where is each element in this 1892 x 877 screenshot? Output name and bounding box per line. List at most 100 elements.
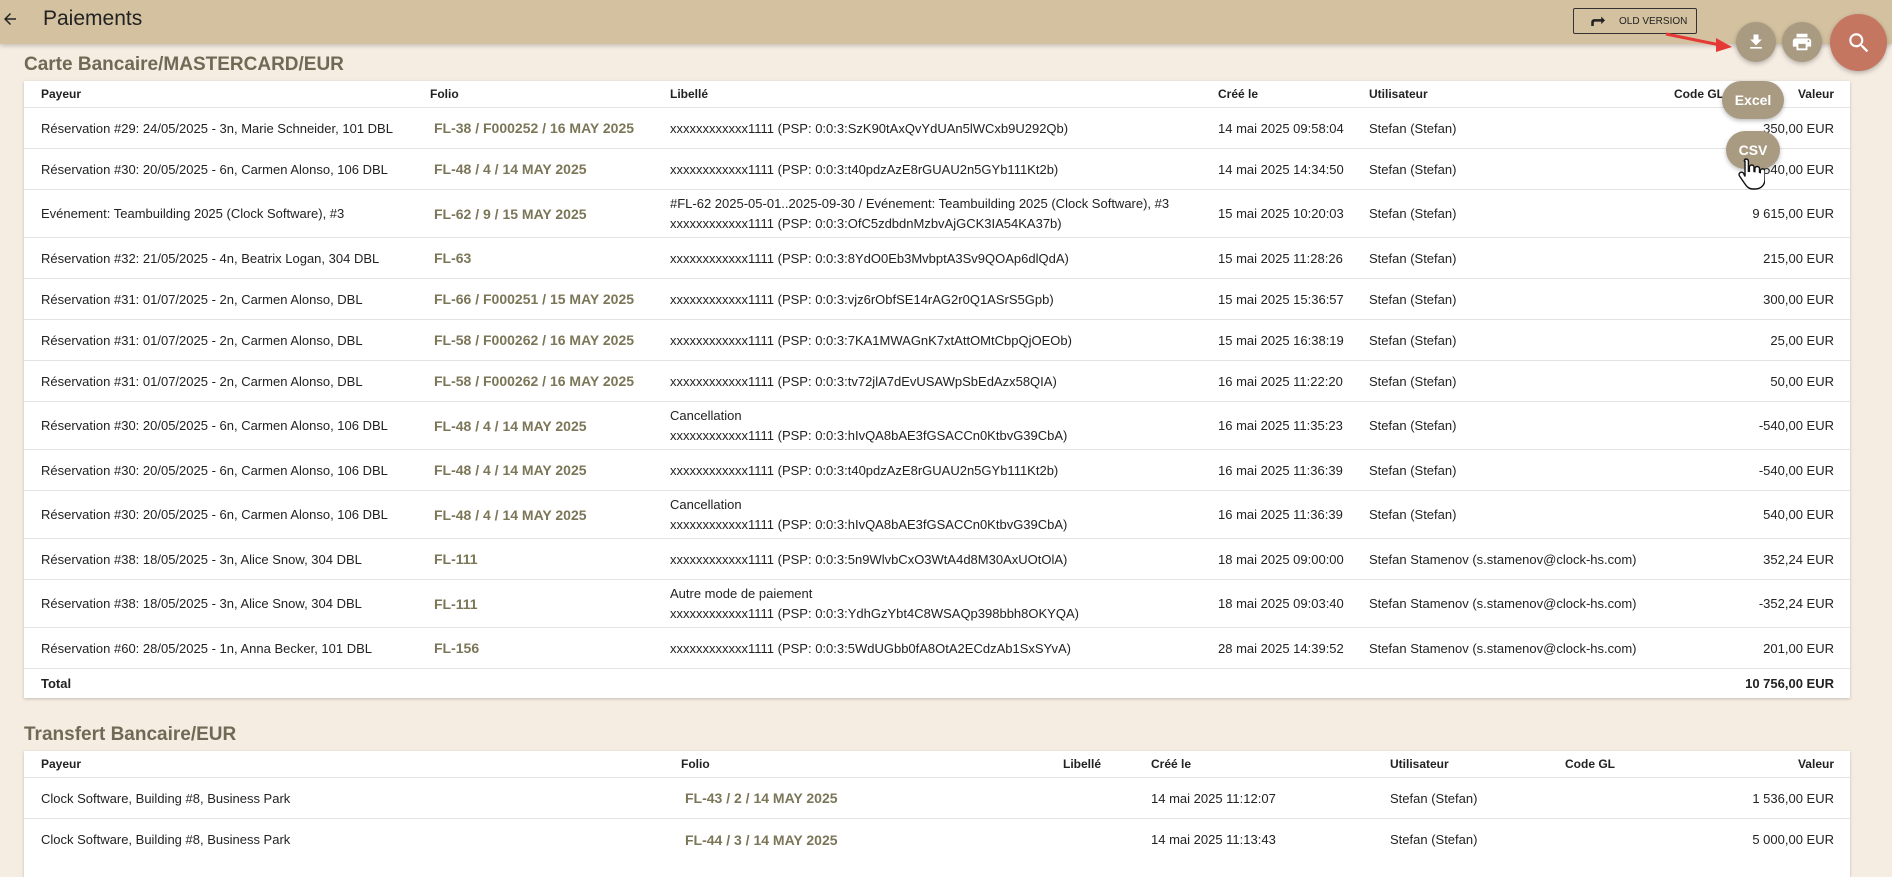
folio-link[interactable]: FL-43 / 2 / 14 MAY 2025 (685, 778, 838, 818)
cell-libelle: xxxxxxxxxxxx1111 (PSP: 0:0:3:vjz6rObfSE1… (670, 279, 1210, 319)
table-row[interactable]: Réservation #31: 01/07/2025 - 2n, Carmen… (24, 279, 1850, 320)
table-row[interactable]: Evénement: Teambuilding 2025 (Clock Soft… (24, 190, 1850, 238)
cell-utilisateur: Stefan (Stefan) (1369, 462, 1457, 478)
cell-payeur: Réservation #30: 20/05/2025 - 6n, Carmen… (41, 418, 388, 433)
cell-cree-le: 15 mai 2025 16:38:19 (1218, 332, 1344, 348)
cell-cree-le: 28 mai 2025 14:39:52 (1218, 640, 1344, 656)
folio-link[interactable]: FL-63 (434, 238, 471, 278)
cell-payeur: Clock Software, Building #8, Business Pa… (41, 832, 291, 847)
header-payeur[interactable]: Payeur (41, 81, 81, 107)
cell-cree-le: 15 mai 2025 11:28:26 (1218, 250, 1343, 266)
libelle-line: Cancellation (670, 496, 742, 512)
total-label: Total (41, 676, 72, 691)
folio-link[interactable]: FL-111 (434, 539, 478, 579)
red-arrow-annotation (1665, 32, 1732, 52)
table-row[interactable]: Réservation #30: 20/05/2025 - 6n, Carmen… (24, 402, 1850, 450)
table-row[interactable]: Clock Software, Building #8, Business Pa… (24, 819, 1850, 860)
cell-utilisateur: Stefan (Stefan) (1369, 373, 1457, 389)
search-button[interactable] (1830, 14, 1887, 71)
download-button[interactable] (1736, 22, 1776, 62)
table-header: Payeur Folio Libellé Créé le Utilisateur Code… (24, 81, 1850, 108)
cell-payeur: Réservation #31: 01/07/2025 - 2n, Carmen… (41, 291, 363, 307)
header-libelle[interactable]: Libellé (670, 81, 708, 107)
cell-utilisateur: Stefan (Stefan) (1369, 250, 1457, 266)
header-cree-le[interactable]: Créé le (1151, 751, 1191, 777)
header-folio[interactable]: Folio (681, 751, 710, 777)
table-row[interactable]: Réservation #38: 18/05/2025 - 3n, Alice … (24, 539, 1850, 580)
cell-cree-le: 14 mai 2025 11:13:43 (1151, 832, 1276, 847)
cell-utilisateur: Stefan (Stefan) (1369, 507, 1457, 522)
print-button[interactable] (1782, 22, 1822, 62)
cell-utilisateur: Stefan (Stefan) (1369, 161, 1457, 177)
cell-valeur: 540,00 EUR (1763, 507, 1834, 522)
libelle-line: xxxxxxxxxxxx1111 (PSP: 0:0:3:t40pdzAzE8r… (670, 161, 1059, 177)
folio-link[interactable]: FL-48 / 4 / 14 MAY 2025 (434, 402, 587, 449)
folio-link[interactable]: FL-111 (434, 580, 478, 627)
folio-link[interactable]: FL-48 / 4 / 14 MAY 2025 (434, 450, 587, 490)
table-row[interactable]: Réservation #38: 18/05/2025 - 3n, Alice … (24, 580, 1850, 628)
cell-valeur: 50,00 EUR (1770, 373, 1834, 389)
folio-link[interactable]: FL-38 / F000252 / 16 MAY 2025 (434, 108, 634, 148)
table-row[interactable]: Réservation #60: 28/05/2025 - 1n, Anna B… (24, 628, 1850, 669)
cell-valeur: 300,00 EUR (1763, 291, 1834, 307)
header-payeur[interactable]: Payeur (41, 751, 81, 777)
table-row[interactable]: Réservation #31: 01/07/2025 - 2n, Carmen… (24, 361, 1850, 402)
table-row[interactable]: Réservation #29: 24/05/2025 - 3n, Marie … (24, 108, 1850, 149)
libelle-line: xxxxxxxxxxxx1111 (PSP: 0:0:3:7KA1MWAGnK7… (670, 332, 1072, 348)
hand-cursor-icon (1738, 158, 1765, 190)
export-excel-button[interactable]: Excel (1722, 81, 1784, 119)
libelle-line: xxxxxxxxxxxx1111 (PSP: 0:0:3:hIvQA8bAE3f… (670, 516, 1068, 532)
header-utilisateur[interactable]: Utilisateur (1369, 81, 1428, 107)
folio-link[interactable]: FL-66 / F000251 / 15 MAY 2025 (434, 279, 634, 319)
cell-payeur: Réservation #31: 01/07/2025 - 2n, Carmen… (41, 373, 363, 389)
header-code-gl[interactable]: Code GL (1565, 751, 1615, 777)
folio-link[interactable]: FL-58 / F000262 / 16 MAY 2025 (434, 361, 634, 401)
cell-cree-le: 18 mai 2025 09:03:40 (1218, 596, 1344, 611)
header-utilisateur[interactable]: Utilisateur (1390, 751, 1449, 777)
cell-libelle: xxxxxxxxxxxx1111 (PSP: 0:0:3:5n9WlvbCxO3… (670, 539, 1210, 579)
libelle-line: Autre mode de paiement (670, 585, 813, 601)
table-row[interactable]: Réservation #30: 20/05/2025 - 6n, Carmen… (24, 491, 1850, 539)
download-icon (1750, 34, 1762, 49)
cell-cree-le: 15 mai 2025 15:36:57 (1218, 291, 1344, 307)
cell-cree-le: 18 mai 2025 09:00:00 (1218, 551, 1344, 567)
cell-libelle: xxxxxxxxxxxx1111 (PSP: 0:0:3:tv72jlA7dEv… (670, 361, 1210, 401)
top-app-bar: Paiements OLD VERSION (0, 0, 1892, 44)
folio-link[interactable]: FL-44 / 3 / 14 MAY 2025 (685, 819, 838, 860)
header-valeur[interactable]: Valeur (1624, 751, 1834, 777)
libelle-line: xxxxxxxxxxxx1111 (PSP: 0:0:3:tv72jlA7dEv… (670, 373, 1057, 389)
back-button[interactable] (0, 0, 20, 37)
libelle-line: xxxxxxxxxxxx1111 (PSP: 0:0:3:5n9WlvbCxO3… (670, 551, 1068, 567)
libelle-line: xxxxxxxxxxxx1111 (PSP: 0:0:3:8YdO0Eb3Mvb… (670, 250, 1069, 266)
arrow-left-icon (4, 12, 16, 25)
cell-utilisateur: Stefan Stamenov (s.stamenov@clock-hs.com… (1369, 596, 1637, 611)
table-row[interactable]: Clock Software, Building #8, Business Pa… (24, 778, 1850, 819)
section-title-card: Carte Bancaire/MASTERCARD/EUR (24, 54, 344, 75)
cell-payeur: Réservation #38: 18/05/2025 - 3n, Alice … (41, 596, 362, 611)
cell-valeur: 25,00 EUR (1770, 332, 1834, 348)
cell-libelle: xxxxxxxxxxxx1111 (PSP: 0:0:3:8YdO0Eb3Mvb… (670, 238, 1210, 278)
table-row[interactable]: Réservation #30: 20/05/2025 - 6n, Carmen… (24, 450, 1850, 491)
folio-link[interactable]: FL-62 / 9 / 15 MAY 2025 (434, 190, 587, 237)
cell-payeur: Réservation #30: 20/05/2025 - 6n, Carmen… (41, 462, 388, 478)
folio-link[interactable]: FL-48 / 4 / 14 MAY 2025 (434, 491, 587, 538)
header-cree-le[interactable]: Créé le (1218, 81, 1258, 107)
table-header: Payeur Folio Libellé Créé le Utilisateur Code… (24, 751, 1850, 778)
header-folio[interactable]: Folio (430, 81, 459, 107)
table-row[interactable]: Réservation #30: 20/05/2025 - 6n, Carmen… (24, 149, 1850, 190)
cell-utilisateur: Stefan (Stefan) (1369, 332, 1457, 348)
cell-valeur: 5 000,00 EUR (1752, 832, 1834, 847)
cell-payeur: Réservation #60: 28/05/2025 - 1n, Anna B… (41, 640, 373, 656)
cell-valeur: 352,24 EUR (1763, 551, 1834, 567)
header-libelle[interactable]: Libellé (1063, 751, 1101, 777)
folio-link[interactable]: FL-156 (434, 628, 479, 668)
folio-link[interactable]: FL-48 / 4 / 14 MAY 2025 (434, 149, 587, 189)
cell-payeur: Evénement: Teambuilding 2025 (Clock Soft… (41, 206, 345, 221)
folio-link[interactable]: FL-58 / F000262 / 16 MAY 2025 (434, 320, 634, 360)
table-row[interactable]: Réservation #32: 21/05/2025 - 4n, Beatri… (24, 238, 1850, 279)
cell-utilisateur: Stefan (Stefan) (1369, 206, 1457, 221)
table-row[interactable]: Réservation #31: 01/07/2025 - 2n, Carmen… (24, 320, 1850, 361)
cell-utilisateur: Stefan (Stefan) (1390, 832, 1478, 847)
cell-payeur: Réservation #31: 01/07/2025 - 2n, Carmen… (41, 332, 363, 348)
redo-arrow-icon (1591, 16, 1605, 26)
